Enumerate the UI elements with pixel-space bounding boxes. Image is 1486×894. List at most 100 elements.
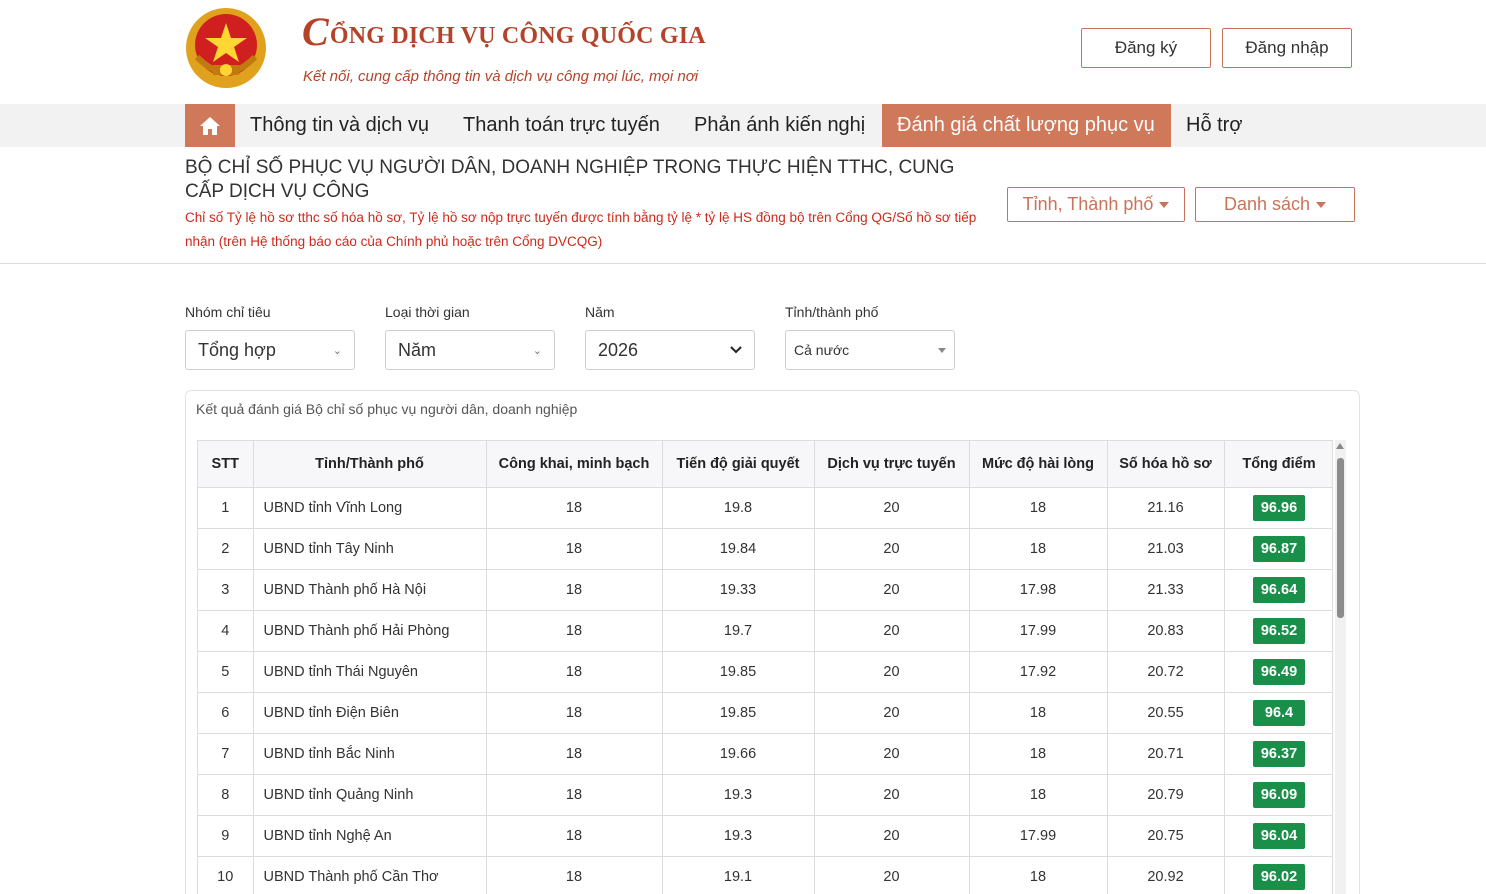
cell-total: 96.87 — [1224, 528, 1332, 570]
cell-digitization: 20.72 — [1107, 651, 1225, 693]
cell-transparency: 18 — [486, 569, 663, 611]
total-score-badge: 96.04 — [1253, 822, 1305, 849]
cell-total: 96.04 — [1224, 815, 1332, 857]
province-select[interactable]: Cả nước — [785, 330, 955, 370]
time-type-select-value: Năm — [398, 339, 437, 360]
site-title[interactable]: C ỔNG DỊCH VỤ CÔNG QUỐC GIA — [302, 9, 706, 54]
table-row: 4 UBND Thành phố Hải Phòng 18 19.7 20 17.99 20… — [198, 610, 1332, 652]
cell-digitization: 20.92 — [1107, 856, 1225, 894]
cell-transparency: 18 — [486, 651, 663, 693]
national-emblem-icon[interactable] — [185, 7, 267, 89]
cell-digitization: 20.55 — [1107, 692, 1225, 734]
cell-digitization: 20.71 — [1107, 733, 1225, 775]
caret-down-icon — [1316, 201, 1327, 208]
cell-digitization: 21.03 — [1107, 528, 1225, 570]
table-row: 6 UBND tỉnh Điện Biên 18 19.85 20 18 20.55 96.4 — [198, 692, 1332, 734]
scrollbar-thumb[interactable] — [1337, 458, 1344, 618]
cell-satisfaction: 17.92 — [969, 651, 1108, 693]
total-score-badge: 96.64 — [1253, 576, 1305, 603]
cell-transparency: 18 — [486, 774, 663, 816]
nav-item-online-payment[interactable]: Thanh toán trực tuyến — [448, 104, 675, 147]
cell-digitization: 21.33 — [1107, 569, 1225, 611]
cell-online-service: 20 — [814, 774, 970, 816]
cell-satisfaction: 18 — [969, 774, 1108, 816]
cell-stt: 5 — [198, 651, 254, 693]
cell-stt: 7 — [198, 733, 254, 775]
page-title: BỘ CHỈ SỐ PHỤC VỤ NGƯỜI DÂN, DOANH NGHIỆ… — [185, 157, 955, 202]
cell-stt: 6 — [198, 692, 254, 734]
login-button[interactable]: Đăng nhập — [1222, 28, 1352, 68]
group-select[interactable]: Tổng hợp ⌄ — [185, 330, 355, 370]
cell-total: 96.37 — [1224, 733, 1332, 775]
cell-stt: 1 — [198, 487, 254, 529]
table-row: 8 UBND tỉnh Quảng Ninh 18 19.3 20 18 20.79 96.0… — [198, 774, 1332, 816]
cell-progress: 19.1 — [662, 856, 815, 894]
cell-stt: 10 — [198, 856, 254, 894]
nav-item-support[interactable]: Hỗ trợ — [1171, 104, 1257, 147]
cell-province: UBND tỉnh Tây Ninh — [253, 528, 487, 570]
cell-progress: 19.85 — [662, 692, 815, 734]
time-type-select[interactable]: Năm ⌄ — [385, 330, 555, 370]
column-header-satisfaction: Mức độ hài lòng — [969, 441, 1108, 488]
site-title-text: ỔNG DỊCH VỤ CÔNG QUỐC GIA — [329, 23, 706, 49]
caret-down-icon — [938, 347, 946, 353]
table-row: 9 UBND tỉnh Nghệ An 18 19.3 20 17.99 20.75 96.0… — [198, 815, 1332, 857]
year-select[interactable]: 2026 — [585, 330, 755, 370]
cell-digitization: 21.16 — [1107, 487, 1225, 529]
total-score-badge: 96.02 — [1253, 863, 1305, 890]
cell-transparency: 18 — [486, 692, 663, 734]
cell-province: UBND tỉnh Vĩnh Long — [253, 487, 487, 529]
total-score-badge: 96.4 — [1253, 699, 1305, 726]
site-title-initial: C — [302, 9, 329, 54]
scroll-up-arrow-icon[interactable] — [1336, 443, 1344, 449]
cell-online-service: 20 — [814, 569, 970, 611]
results-table: STT Tỉnh/Thành phố Công khai, minh bạch … — [198, 441, 1332, 894]
register-button[interactable]: Đăng ký — [1081, 28, 1211, 68]
cell-satisfaction: 18 — [969, 733, 1108, 775]
list-dropdown-label: Danh sách — [1223, 194, 1311, 214]
cell-online-service: 20 — [814, 733, 970, 775]
cell-satisfaction: 17.99 — [969, 610, 1108, 652]
cell-transparency: 18 — [486, 487, 663, 529]
nav-item-info-services[interactable]: Thông tin và dịch vụ — [235, 104, 444, 147]
cell-stt: 8 — [198, 774, 254, 816]
cell-progress: 19.8 — [662, 487, 815, 529]
column-header-stt: STT — [198, 441, 254, 488]
nav-item-feedback[interactable]: Phản ánh kiến nghị — [679, 104, 880, 147]
table-row: 10 UBND Thành phố Cần Thơ 18 19.1 20 18 20.92 9… — [198, 856, 1332, 894]
main-nav: Thông tin và dịch vụ Thanh toán trực tuy… — [0, 104, 1486, 147]
site-header: C ỔNG DỊCH VỤ CÔNG QUỐC GIA Kết nối, cun… — [0, 0, 1486, 104]
column-header-province: Tỉnh/Thành phố — [253, 441, 487, 488]
province-dropdown-button[interactable]: Tỉnh, Thành phố — [1007, 187, 1185, 222]
home-icon — [200, 116, 220, 135]
cell-satisfaction: 17.99 — [969, 815, 1108, 857]
group-filter-label: Nhóm chỉ tiêu — [185, 304, 271, 320]
list-dropdown-button[interactable]: Danh sách — [1195, 187, 1355, 222]
cell-total: 96.4 — [1224, 692, 1332, 734]
total-score-badge: 96.49 — [1253, 658, 1305, 685]
group-select-value: Tổng hợp — [198, 339, 276, 360]
cell-progress: 19.85 — [662, 651, 815, 693]
cell-province: UBND Thành phố Hà Nội — [253, 569, 487, 611]
column-header-transparency: Công khai, minh bạch — [486, 441, 663, 488]
cell-digitization: 20.79 — [1107, 774, 1225, 816]
cell-province: UBND tỉnh Thái Nguyên — [253, 651, 487, 693]
cell-province: UBND tỉnh Bắc Ninh — [253, 733, 487, 775]
cell-progress: 19.33 — [662, 569, 815, 611]
cell-online-service: 20 — [814, 528, 970, 570]
home-button[interactable] — [185, 104, 235, 147]
cell-digitization: 20.75 — [1107, 815, 1225, 857]
results-table-container[interactable]: STT Tỉnh/Thành phố Công khai, minh bạch … — [197, 440, 1333, 894]
time-type-filter-label: Loại thời gian — [385, 304, 470, 320]
total-score-badge: 96.96 — [1253, 494, 1305, 521]
table-row: 2 UBND tỉnh Tây Ninh 18 19.84 20 18 21.03 96.87 — [198, 528, 1332, 570]
cell-province: UBND tỉnh Điện Biên — [253, 692, 487, 734]
cell-transparency: 18 — [486, 815, 663, 857]
nav-item-service-quality[interactable]: Đánh giá chất lượng phục vụ — [882, 104, 1171, 147]
year-filter-label: Năm — [585, 304, 615, 320]
cell-progress: 19.7 — [662, 610, 815, 652]
cell-total: 96.52 — [1224, 610, 1332, 652]
cell-stt: 4 — [198, 610, 254, 652]
cell-online-service: 20 — [814, 692, 970, 734]
cell-digitization: 20.83 — [1107, 610, 1225, 652]
